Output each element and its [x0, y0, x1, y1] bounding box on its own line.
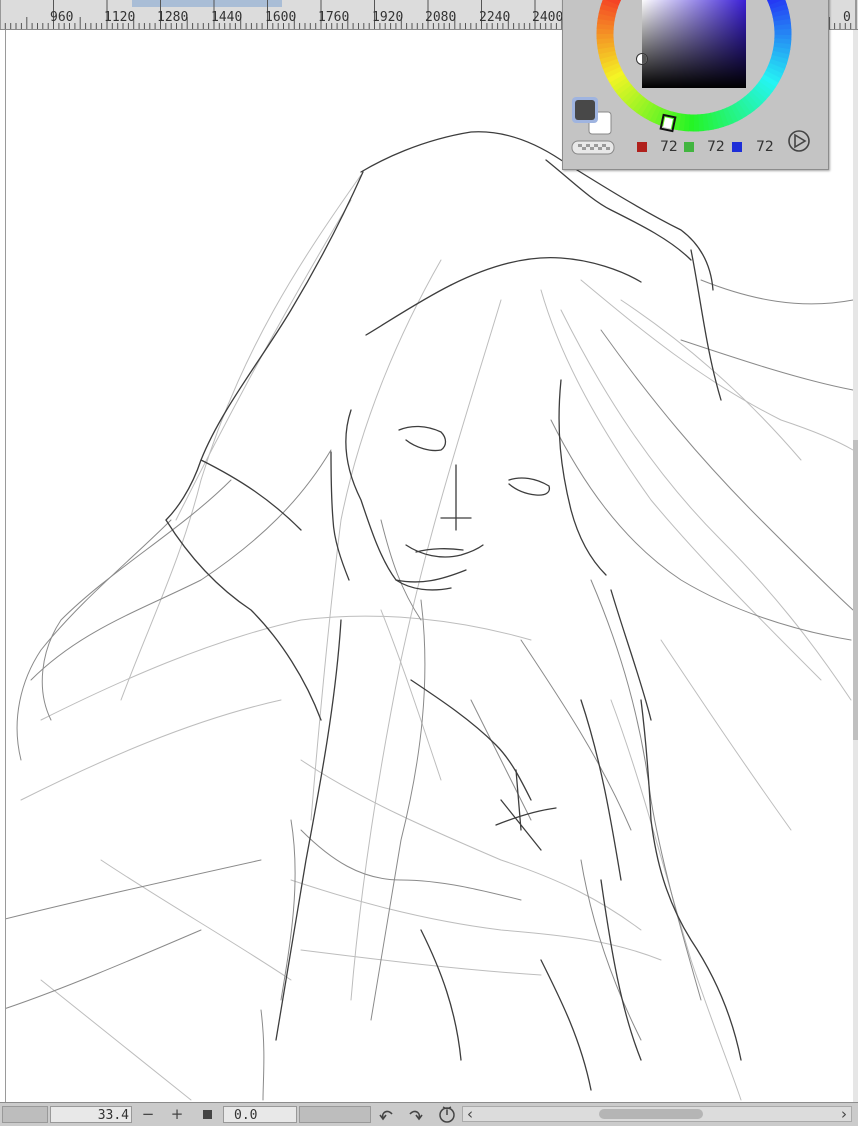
horizontal-scrollbar-thumb[interactable] [599, 1109, 703, 1119]
ruler-label: 1760 [318, 10, 350, 25]
scroll-left-button[interactable]: ‹ [462, 1105, 478, 1124]
zoom-value-field[interactable]: 33.4 [50, 1106, 132, 1123]
zoom-out-button[interactable]: − [138, 1105, 158, 1124]
main-color-swatch[interactable] [575, 100, 595, 120]
rotation-value-field[interactable]: 0.0 [223, 1106, 297, 1123]
zoom-slider-track[interactable] [2, 1106, 48, 1123]
blue-channel-swatch [732, 142, 742, 152]
ruler-label: 1920 [372, 10, 404, 25]
scroll-right-button[interactable]: › [836, 1105, 852, 1124]
color-wheel[interactable] [563, 0, 828, 169]
blue-channel-value: 72 [756, 139, 774, 155]
square-icon[interactable] [203, 1110, 212, 1119]
drawing-canvas[interactable] [5, 30, 858, 1102]
horizontal-scrollbar[interactable] [462, 1106, 852, 1122]
rotation-reset-icon[interactable] [437, 1105, 457, 1124]
red-channel-value: 72 [660, 139, 678, 155]
color-wheel-panel[interactable]: 72 72 72 [562, 0, 829, 170]
ruler-label: 1120 [104, 10, 136, 25]
zoom-in-button[interactable]: + [167, 1105, 187, 1124]
vertical-scrollbar[interactable] [853, 30, 858, 1102]
red-channel-swatch [637, 142, 647, 152]
green-channel-swatch [684, 142, 694, 152]
play-icon[interactable] [788, 130, 810, 152]
ruler-label: 960 [50, 10, 74, 25]
sketch-artwork [6, 131, 854, 1101]
ruler-label: 2080 [425, 10, 457, 25]
rotation-slider-track[interactable] [299, 1106, 371, 1123]
ruler-label: 2400 [532, 10, 564, 25]
redo-arrow-icon[interactable] [406, 1106, 424, 1123]
ruler-label: 2240 [479, 10, 511, 25]
ruler-label: 1600 [265, 10, 297, 25]
ruler-label: 1440 [211, 10, 243, 25]
navigator-bar: 33.4 − + 0.0 ‹ › [0, 1102, 858, 1126]
vertical-scrollbar-thumb[interactable] [853, 440, 858, 740]
ruler-label: 1280 [157, 10, 189, 25]
green-channel-value: 72 [707, 139, 725, 155]
ruler-label: 0 [843, 10, 851, 25]
undo-arrow-icon[interactable] [378, 1106, 396, 1123]
